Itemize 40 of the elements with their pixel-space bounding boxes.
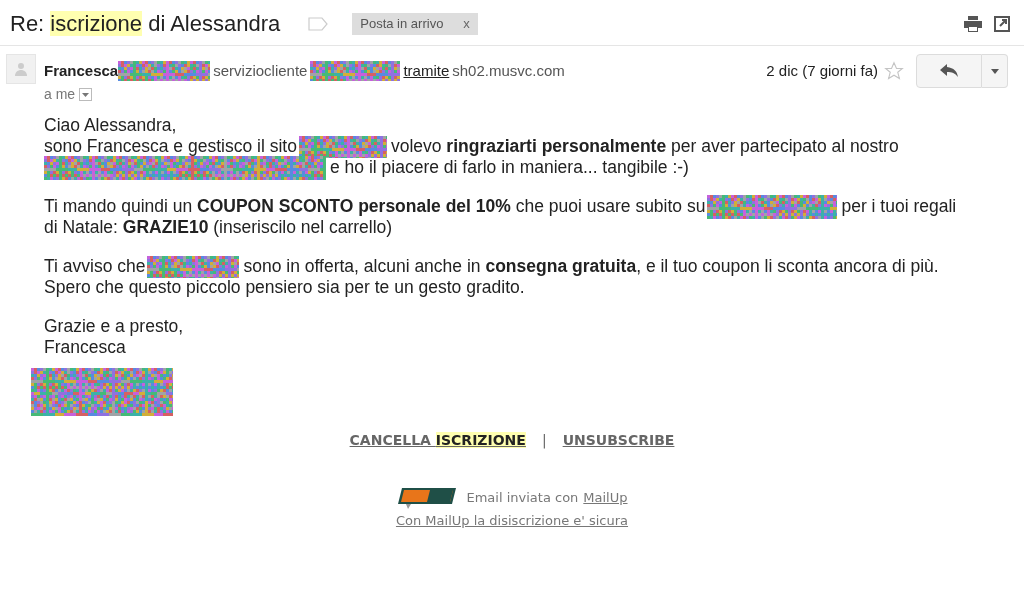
sender-address: sh02.musvc.com bbox=[452, 60, 565, 81]
avatar-icon bbox=[6, 54, 36, 84]
body-text: sono in offerta, alcuni anche in consegna gratuita, e il tuo coupon li sconta ancora di più. bbox=[243, 256, 939, 277]
recipient-text: a me bbox=[44, 85, 76, 104]
body-text: per i tuoi regali bbox=[841, 196, 957, 217]
caret-icon bbox=[82, 92, 90, 97]
body-text: Francesca bbox=[44, 337, 126, 358]
body-text: Grazie e a presto, bbox=[44, 316, 184, 337]
sender-name: Francesca bbox=[44, 60, 119, 81]
reply-button[interactable] bbox=[916, 54, 982, 88]
body-text: Ciao Alessandra, bbox=[44, 115, 177, 136]
safe-unsubscribe-link[interactable]: Con MailUp la disiscrizione e' sicura bbox=[395, 511, 629, 531]
mailup-logo bbox=[396, 487, 459, 509]
remove-label-button[interactable]: x bbox=[463, 13, 470, 34]
link-separator: | bbox=[541, 431, 547, 451]
caret-icon bbox=[990, 68, 999, 74]
body-text: e ho il piacere di farlo in maniera... tangibile :-) bbox=[330, 157, 689, 178]
star-icon[interactable] bbox=[884, 61, 904, 81]
body-text: volevo ringraziarti personalmente per aver partecipato al nostro bbox=[390, 136, 899, 157]
body-text: Ti avviso che bbox=[44, 256, 146, 277]
subject-text: Re: bbox=[10, 11, 46, 36]
sender-address: serviziocliente bbox=[213, 60, 308, 81]
unsubscribe-link[interactable]: CANCELLA ISCRIZIONE bbox=[349, 430, 526, 451]
body-text: Ti mando quindi un COUPON SCONTO personale del 10% che puoi usare subito su bbox=[44, 196, 706, 217]
unsubscribe-link[interactable]: UNSUBSCRIBE bbox=[562, 430, 675, 451]
sent-with-text: Email inviata con bbox=[466, 489, 579, 508]
body-text: Spero che questo piccolo pensiero sia per te un gesto gradito. bbox=[44, 277, 525, 298]
reply-icon bbox=[940, 64, 958, 78]
mailup-link[interactable]: MailUp bbox=[583, 488, 628, 508]
label-text: Posta in arrivo bbox=[360, 14, 444, 33]
email-date: 2 dic (7 giorni fa) bbox=[766, 60, 878, 81]
via-link[interactable]: tramite bbox=[403, 59, 450, 83]
body-text: sono Francesca e gestisco il sito bbox=[44, 136, 297, 157]
details-dropdown[interactable] bbox=[79, 88, 93, 101]
more-button[interactable] bbox=[982, 54, 1008, 88]
subject-text: iscrizione bbox=[50, 11, 143, 36]
subject-text: di Alessandra bbox=[147, 11, 281, 36]
print-icon[interactable] bbox=[964, 15, 982, 32]
new-window-icon[interactable] bbox=[994, 15, 1010, 32]
body-text: di Natale: GRAZIE10 (inseriscilo nel carrello) bbox=[44, 217, 393, 238]
